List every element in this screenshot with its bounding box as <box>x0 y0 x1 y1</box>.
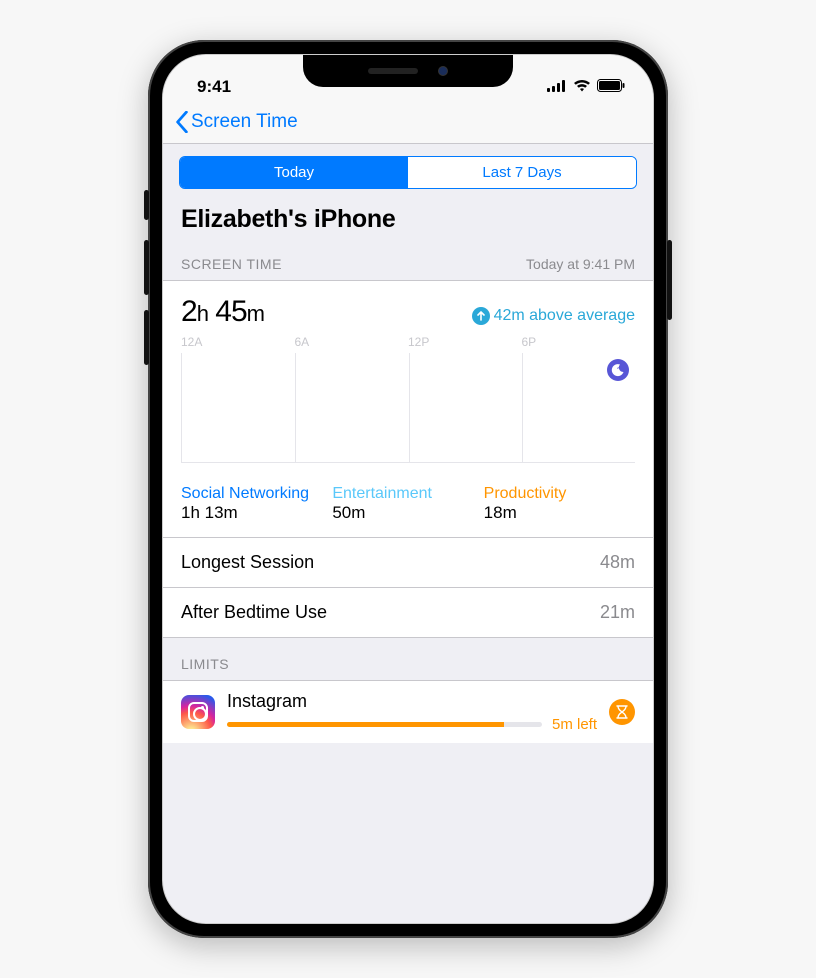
arrow-up-circle-icon <box>472 307 490 325</box>
category-label: Productivity <box>484 485 635 503</box>
seg-today[interactable]: Today <box>180 157 408 188</box>
phone-frame: 9:41 Screen Time Today <box>148 40 668 938</box>
category-label: Entertainment <box>332 485 483 503</box>
mute-switch <box>144 190 149 220</box>
stat-label: After Bedtime Use <box>181 602 327 623</box>
wifi-icon <box>573 77 591 97</box>
notch <box>303 55 513 87</box>
category-value: 1h 13m <box>181 503 332 523</box>
hourly-chart: 12A6A12P6P z <box>181 335 635 475</box>
limit-row[interactable]: Instagram 5m left <box>163 681 653 743</box>
category: Entertainment50m <box>332 485 483 523</box>
section-title: SCREEN TIME <box>181 256 282 272</box>
volume-up-button <box>144 240 149 295</box>
stat-row[interactable]: After Bedtime Use 21m <box>163 587 653 637</box>
cellular-signal-icon <box>547 77 567 97</box>
instagram-icon <box>181 695 215 729</box>
back-button[interactable]: Screen Time <box>175 111 298 133</box>
side-button <box>667 240 672 320</box>
bedtime-moon-icon: z <box>607 359 629 381</box>
segmented-wrap: Today Last 7 Days <box>163 144 653 199</box>
stat-row[interactable]: Longest Session 48m <box>163 537 653 587</box>
chevron-left-icon <box>175 111 189 133</box>
hourglass-icon <box>609 699 635 725</box>
stat-label: Longest Session <box>181 552 314 573</box>
category-value: 18m <box>484 503 635 523</box>
limit-progress-bar <box>227 722 542 727</box>
seg-last7days[interactable]: Last 7 Days <box>408 157 636 188</box>
section-header-screen-time: SCREEN TIME Today at 9:41 PM <box>163 248 653 281</box>
category: Productivity18m <box>484 485 635 523</box>
device-title: Elizabeth's iPhone <box>163 199 653 248</box>
screen-time-card[interactable]: 2h 45m 42m above average 12A6A12P6P z <box>163 281 653 638</box>
category: Social Networking1h 13m <box>181 485 332 523</box>
svg-text:z: z <box>617 365 619 370</box>
section-header-limits: LIMITS <box>163 638 653 681</box>
section-timestamp: Today at 9:41 PM <box>526 256 635 272</box>
total-time: 2h 45m <box>181 295 264 329</box>
limit-app-name: Instagram <box>227 691 597 712</box>
limit-remaining: 5m left <box>552 716 597 733</box>
screen: 9:41 Screen Time Today <box>162 54 654 924</box>
category-label: Social Networking <box>181 485 332 503</box>
segmented-control: Today Last 7 Days <box>179 156 637 189</box>
stat-value: 48m <box>600 552 635 573</box>
volume-down-button <box>144 310 149 365</box>
status-time: 9:41 <box>197 77 231 97</box>
stat-value: 21m <box>600 602 635 623</box>
delta-above-average: 42m above average <box>472 307 635 329</box>
back-label: Screen Time <box>191 111 298 133</box>
category-value: 50m <box>332 503 483 523</box>
battery-icon <box>597 77 625 97</box>
nav-bar: Screen Time <box>163 105 653 144</box>
